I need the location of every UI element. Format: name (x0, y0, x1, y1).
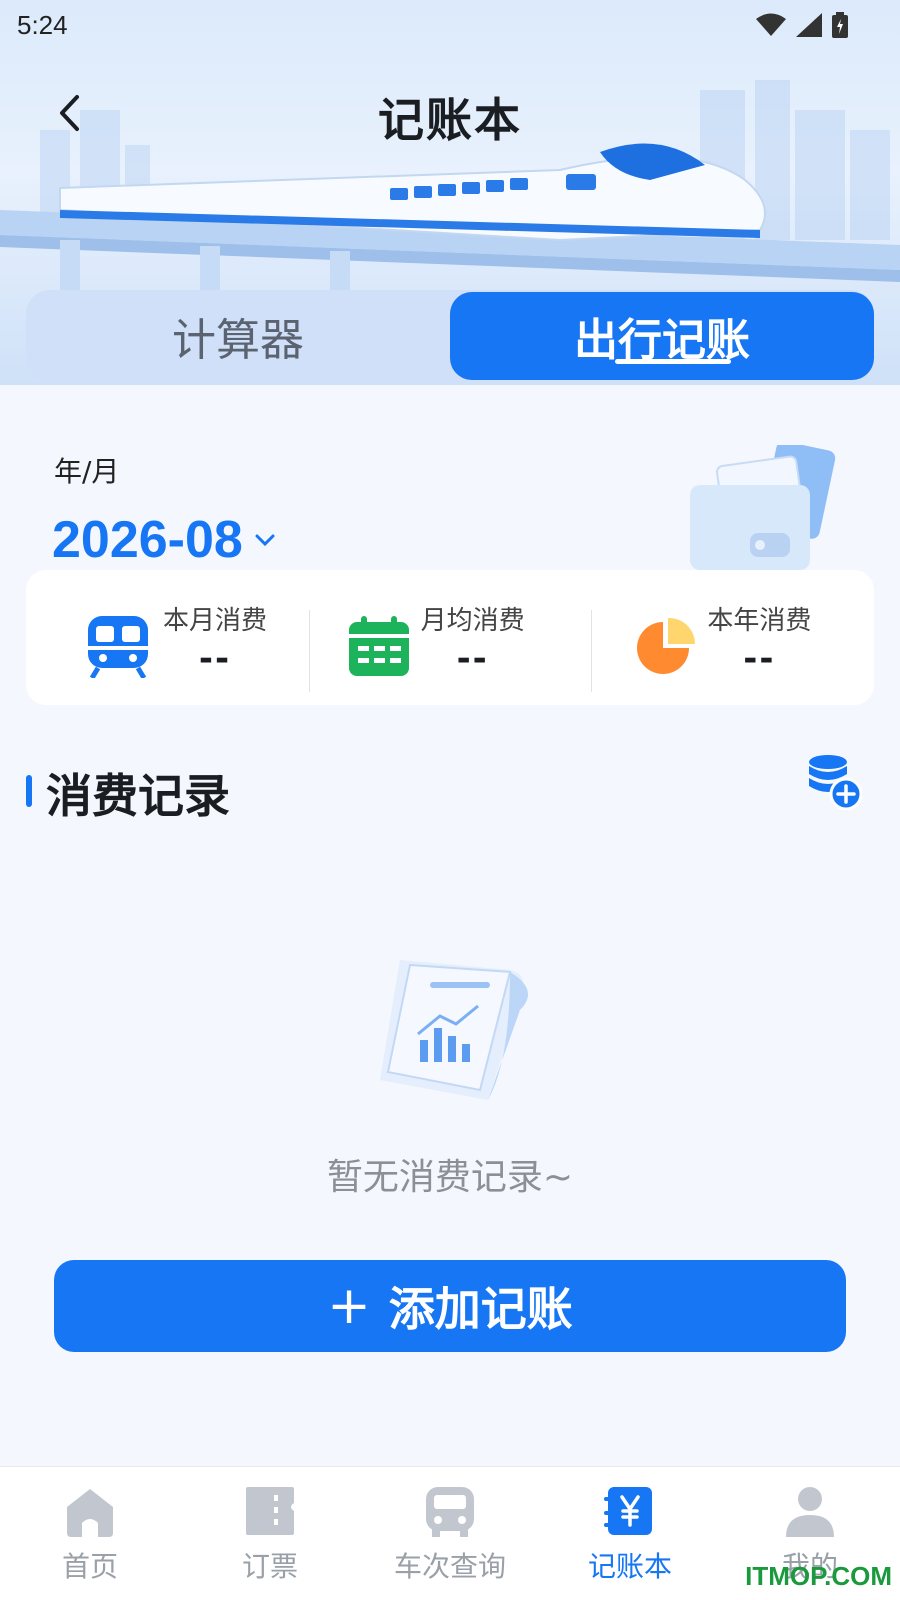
ticket-icon (246, 1487, 294, 1535)
stat-year: 本年消费 -- (591, 570, 874, 705)
calendar-icon (348, 616, 409, 676)
tab-travel-expense[interactable]: 出行记账 (450, 292, 874, 380)
status-bar: 5:24 (0, 0, 900, 50)
empty-records-text: 暂无消费记录~ (326, 1157, 574, 1198)
tab-train-query[interactable]: 车次查询 (360, 1467, 540, 1600)
tab-tickets-label: 订票 (241, 1550, 298, 1583)
stat-month-value: -- (198, 639, 232, 679)
home-icon (67, 1489, 113, 1537)
stats-card: 本月消费 -- 月均消费 -- 本年消费 -- (26, 570, 874, 705)
page-title: 记账本 (378, 93, 522, 147)
tab-calculator[interactable]: 计算器 (26, 290, 450, 382)
tab-home-label: 首页 (61, 1550, 118, 1583)
tab-home[interactable]: 首页 (0, 1467, 180, 1600)
status-icons (756, 12, 848, 38)
add-record-button[interactable]: + 添加记账 (54, 1260, 846, 1352)
active-tab-underline (615, 359, 731, 364)
plus-icon: + (327, 1276, 371, 1336)
tab-account-book-label: 记账本 (587, 1550, 672, 1583)
stat-month-label: 本月消费 (163, 606, 268, 636)
watermark: ITMOP.COM (745, 1561, 892, 1591)
records-title: 消费记录 (46, 769, 230, 823)
records-header: 消费记录 (0, 755, 900, 830)
status-time: 5:24 (17, 9, 68, 40)
user-icon (786, 1487, 834, 1537)
stat-avg: 月均消费 -- (308, 570, 592, 705)
tab-train-query-label: 车次查询 (393, 1550, 506, 1583)
bus-icon (426, 1487, 474, 1537)
nav-bar: 记账本 (0, 78, 900, 148)
stat-avg-value: -- (456, 639, 489, 679)
tab-tickets[interactable]: 订票 (180, 1467, 360, 1600)
segment-control: 计算器 出行记账 (26, 290, 874, 382)
stat-month: 本月消费 -- (26, 570, 309, 705)
signal-icon (796, 13, 822, 37)
hero-banner: 5:24 记账本 计算器 出行记账 (0, 0, 900, 385)
train-icon (88, 616, 148, 678)
wifi-icon (756, 13, 786, 36)
battery-icon (832, 12, 848, 38)
tab-account-book[interactable]: 记账本 (540, 1467, 720, 1600)
yen-book-icon (604, 1487, 652, 1535)
stat-avg-label: 月均消费 (420, 606, 525, 636)
tab-calculator-label: 计算器 (172, 315, 304, 366)
chevron-down-icon (255, 534, 275, 547)
empty-records-illustration (380, 960, 528, 1100)
period-label: 年/月 (54, 455, 120, 488)
stat-year-label: 本年消费 (707, 606, 812, 636)
stat-year-value: -- (743, 639, 776, 679)
period-value: 2026-08 (52, 511, 243, 569)
section-accent-bar (26, 775, 32, 807)
database-add-icon[interactable] (806, 754, 862, 810)
add-record-label: 添加记账 (388, 1282, 573, 1336)
wallet-illustration (690, 445, 836, 570)
pie-chart-icon (637, 617, 696, 674)
period-picker[interactable]: 2026-08 (52, 510, 275, 570)
